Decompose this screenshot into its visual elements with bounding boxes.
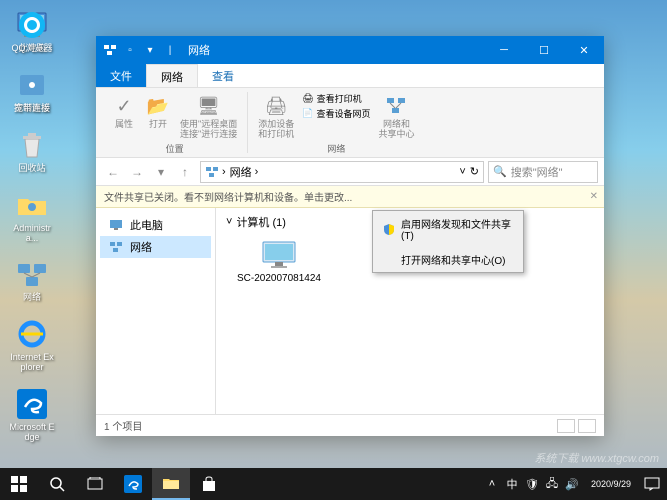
item-label: SC-202007081424 <box>237 273 321 284</box>
start-button[interactable] <box>0 468 38 500</box>
menu-open-center[interactable]: 打开网络和共享中心(O) <box>373 247 523 272</box>
maximize-button[interactable]: ☐ <box>524 36 564 64</box>
qat-separator: | <box>162 42 178 58</box>
pc-icon <box>108 217 124 233</box>
nav-recent[interactable]: ▾ <box>150 161 172 183</box>
sidebar-item-label: 网络 <box>130 239 152 255</box>
search-icon: 🔍 <box>493 165 507 178</box>
desktop-icon-edge[interactable]: Microsoft Edge <box>8 387 56 443</box>
info-bar-text: 文件共享已关闭。看不到网络计算机和设备。单击更改... <box>104 189 352 204</box>
desktop-icon-broadband[interactable]: 宽带连接 <box>8 68 56 114</box>
address-refresh[interactable]: ↻ <box>470 165 479 178</box>
desktop-icon-admin[interactable]: Administra... <box>8 188 56 244</box>
context-menu: 启用网络发现和文件共享(T) 打开网络和共享中心(O) <box>372 210 524 273</box>
ribbon-properties[interactable]: ✓ 属性 <box>110 92 138 142</box>
minimize-button[interactable]: ─ <box>484 36 524 64</box>
ribbon-add-device[interactable]: 🖨 添加设备 和打印机 <box>256 92 296 142</box>
chevron-down-icon: ˅ <box>226 216 232 228</box>
search-box[interactable]: 🔍 搜索"网络" <box>488 161 598 183</box>
ribbon-rdp[interactable]: 🖥 使用"远程桌面 连接"进行连接 <box>178 92 239 142</box>
ie-icon <box>15 317 49 351</box>
view-icons[interactable] <box>578 419 596 433</box>
breadcrumb-seg[interactable]: 网络 › <box>230 164 259 180</box>
desktop-icon-network[interactable]: 网络 <box>8 257 56 303</box>
window-title: 网络 <box>184 42 484 58</box>
network-icon <box>108 239 124 255</box>
network-center-icon <box>384 94 408 118</box>
nav-forward[interactable]: → <box>126 161 148 183</box>
qat-item[interactable]: ▾ <box>142 42 158 58</box>
ribbon-group-label: 网络 <box>327 142 345 155</box>
item-count: 1 个项目 <box>104 418 142 433</box>
content-area: 此电脑 网络 ˅ 计算机 (1) SC-202007081424 <box>96 208 604 414</box>
qq-icon <box>15 8 49 42</box>
nav-pane: 此电脑 网络 <box>96 208 216 414</box>
page-icon: 📄 <box>302 108 313 119</box>
ribbon-view-printers[interactable]: 🖨查看打印机 <box>302 92 370 105</box>
info-bar-close[interactable]: ✕ <box>590 191 598 202</box>
sidebar-item-network[interactable]: 网络 <box>100 236 211 258</box>
main-pane[interactable]: ˅ 计算机 (1) SC-202007081424 启用网络发现和文件共享(T)… <box>216 208 604 414</box>
watermark: 系统下载 www.xtgcw.com <box>534 450 659 466</box>
shield-icon <box>383 223 395 235</box>
nav-back[interactable]: ← <box>102 161 124 183</box>
taskbar-clock[interactable]: 2020/9/29 <box>585 479 637 490</box>
computer-item[interactable]: SC-202007081424 <box>234 240 324 284</box>
tab-view[interactable]: 查看 <box>198 64 248 87</box>
close-button[interactable]: ✕ <box>564 36 604 64</box>
address-dropdown[interactable]: ˅ <box>459 166 465 178</box>
network-icon <box>15 257 49 291</box>
address-bar-row: ← → ▾ ↑ › 网络 › ˅ ↻ 🔍 搜索"网络" <box>96 158 604 186</box>
trash-icon <box>15 128 49 162</box>
sidebar-item-this-pc[interactable]: 此电脑 <box>100 214 211 236</box>
properties-icon: ✓ <box>112 94 136 118</box>
add-device-icon: 🖨 <box>264 94 288 118</box>
address-bar[interactable]: › 网络 › ˅ ↻ <box>200 161 484 183</box>
info-bar[interactable]: 文件共享已关闭。看不到网络计算机和设备。单击更改... ✕ <box>96 186 604 208</box>
tab-file[interactable]: 文件 <box>96 64 146 87</box>
search-button[interactable] <box>38 468 76 500</box>
view-details[interactable] <box>557 419 575 433</box>
computer-icon <box>259 240 299 270</box>
tray-shield-icon[interactable]: 🛡 <box>525 477 539 491</box>
rdp-icon: 🖥 <box>197 94 221 118</box>
ribbon-view-devpage[interactable]: 📄查看设备网页 <box>302 107 370 120</box>
quick-access-toolbar: ▫ ▾ | <box>96 42 184 58</box>
nav-up[interactable]: ↑ <box>174 161 196 183</box>
breadcrumb-root[interactable]: › <box>205 166 226 178</box>
tray-volume-icon[interactable]: 🔊 <box>565 477 579 491</box>
open-icon: 📂 <box>146 94 170 118</box>
taskbar-explorer[interactable] <box>152 468 190 500</box>
tab-network[interactable]: 网络 <box>146 64 198 87</box>
ribbon: ✓ 属性 📂 打开 🖥 使用"远程桌面 连接"进行连接 位置 🖨 添加设备 和打… <box>96 88 604 158</box>
titlebar[interactable]: ▫ ▾ | 网络 ─ ☐ ✕ <box>96 36 604 64</box>
taskbar-edge[interactable] <box>114 468 152 500</box>
ribbon-open[interactable]: 📂 打开 <box>144 92 172 142</box>
taskbar-store[interactable] <box>190 468 228 500</box>
system-tray: ˄ 中 🛡 🖧 🔊 <box>479 477 585 491</box>
ribbon-network-center[interactable]: 网络和 共享中心 <box>376 92 416 142</box>
sidebar-item-label: 此电脑 <box>130 217 163 233</box>
printer-icon: 🖨 <box>302 93 313 104</box>
desktop-icon-ie[interactable]: Internet Explorer <box>8 317 56 373</box>
status-bar: 1 个项目 <box>96 414 604 436</box>
menu-enable-discovery[interactable]: 启用网络发现和文件共享(T) <box>373 211 523 247</box>
task-view-button[interactable] <box>76 468 114 500</box>
edge-icon <box>15 387 49 421</box>
tray-chevron-up-icon[interactable]: ˄ <box>485 477 499 491</box>
qat-item[interactable]: ▫ <box>122 42 138 58</box>
tray-ime[interactable]: 中 <box>505 477 519 491</box>
tray-network-icon[interactable]: 🖧 <box>545 477 559 491</box>
ribbon-tabs: 文件 网络 查看 <box>96 64 604 88</box>
action-center-button[interactable] <box>637 468 667 500</box>
user-folder-icon <box>15 188 49 222</box>
broadband-icon <box>15 68 49 102</box>
explorer-window: ▫ ▾ | 网络 ─ ☐ ✕ 文件 网络 查看 ✓ 属性 📂 打开 <box>96 36 604 436</box>
network-small-icon <box>102 42 118 58</box>
desktop-icon-recycle-bin[interactable]: 回收站 <box>8 128 56 174</box>
desktop-icon-qq[interactable]: QQ浏览器 <box>8 8 56 54</box>
ribbon-group-label: 位置 <box>166 142 184 155</box>
taskbar: ˄ 中 🛡 🖧 🔊 2020/9/29 <box>0 468 667 500</box>
